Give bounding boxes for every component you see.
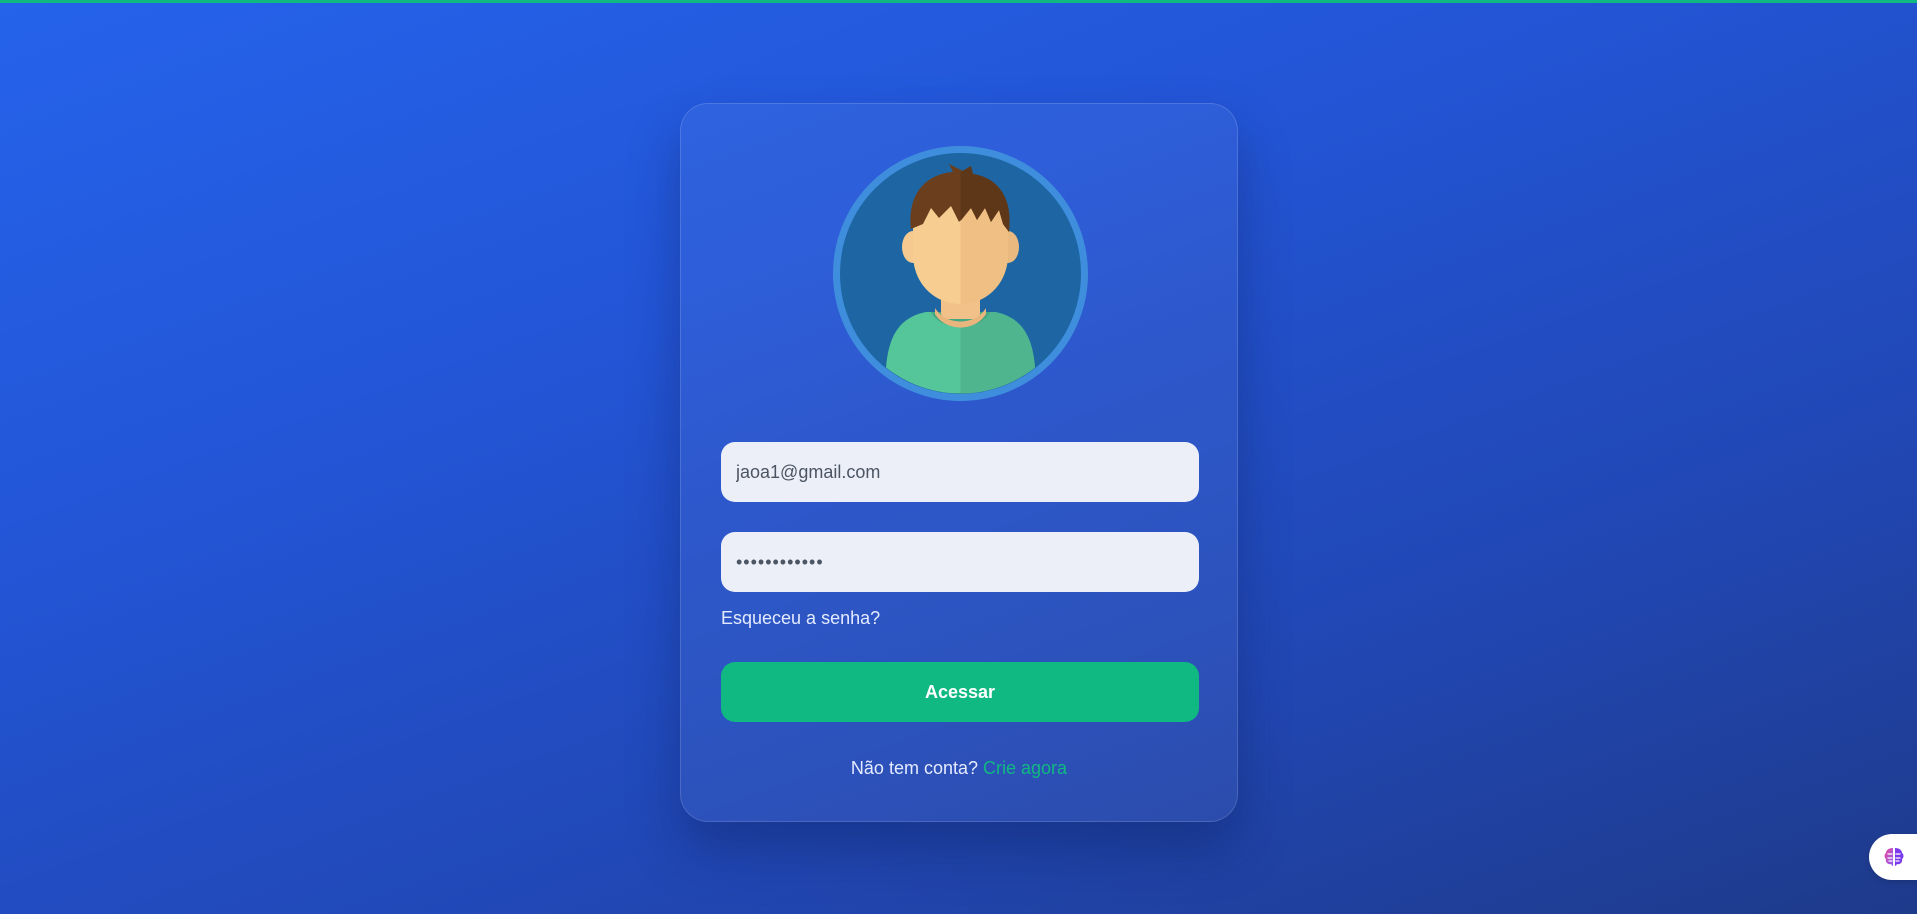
password-field[interactable] [721,532,1199,592]
email-field[interactable] [721,442,1199,502]
forgot-password-link[interactable]: Esqueceu a senha? [721,608,880,629]
signup-link[interactable]: Crie agora [983,758,1067,778]
signup-prompt-row: Não tem conta? Crie agora [681,758,1237,779]
user-avatar [831,144,1090,403]
signup-prompt-text: Não tem conta? [850,758,978,778]
user-avatar-icon [833,146,1088,401]
floating-assistant-button[interactable] [1869,834,1917,880]
login-card: Esqueceu a senha? Acessar Não tem conta?… [680,103,1238,822]
brain-icon [1884,848,1904,866]
login-button[interactable]: Acessar [721,662,1199,722]
page-background: Esqueceu a senha? Acessar Não tem conta?… [0,0,1917,914]
